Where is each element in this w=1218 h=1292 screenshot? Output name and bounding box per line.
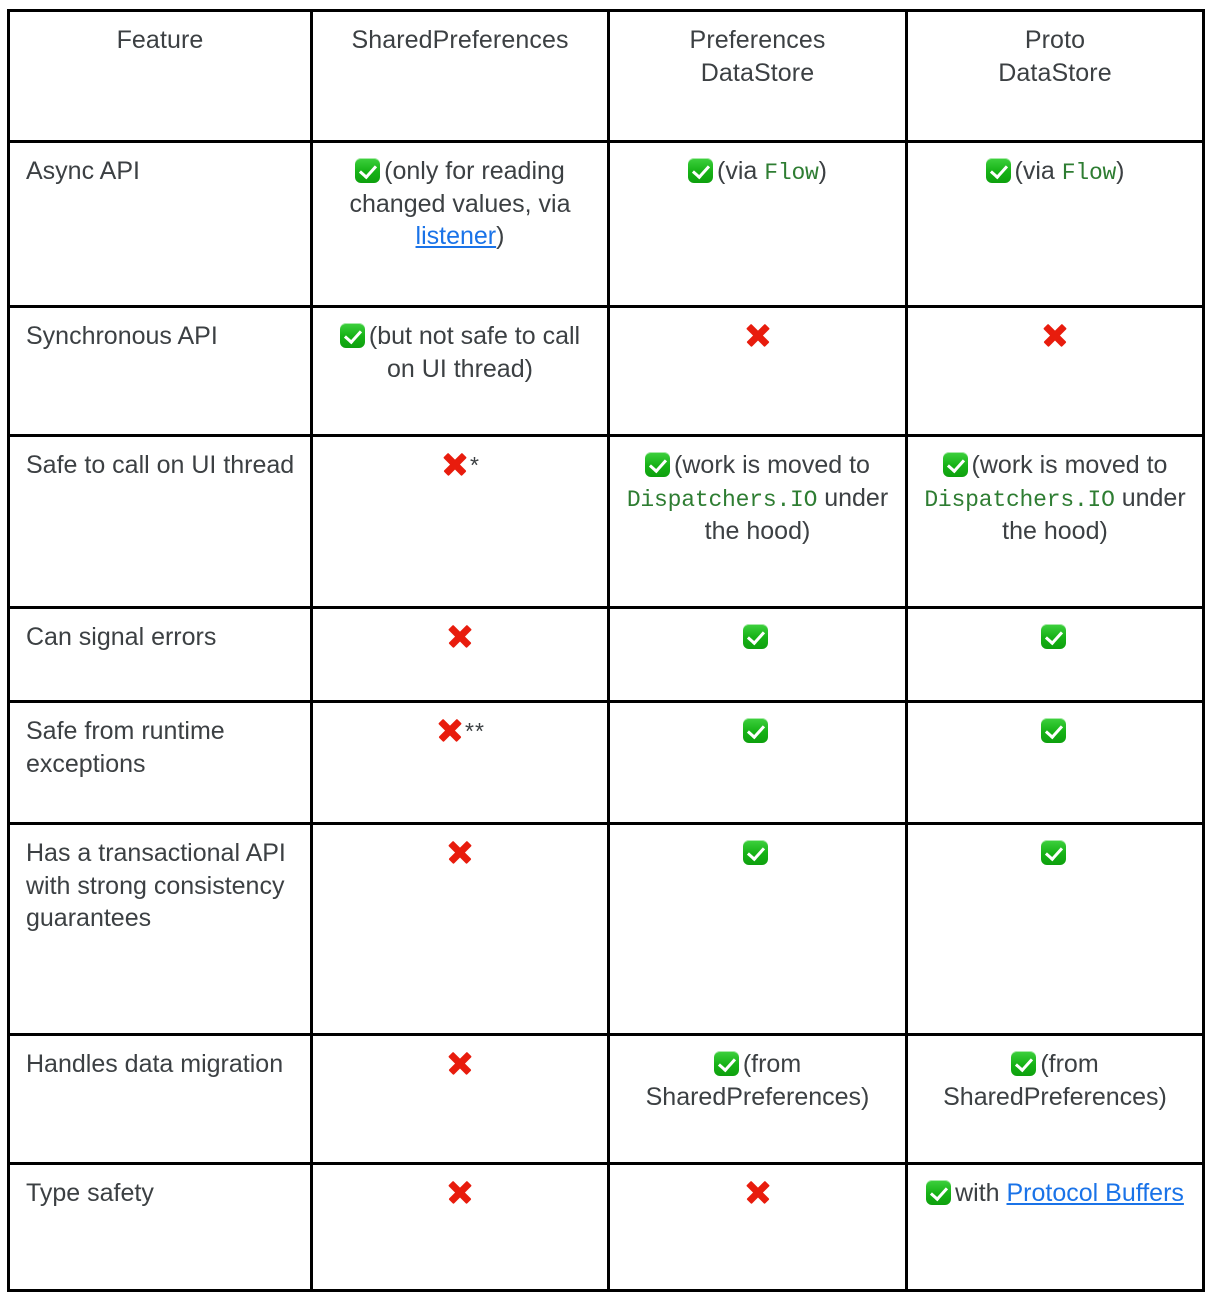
column-header-preferences-datastore-line2: DataStore: [700, 58, 815, 87]
row-feature-label: Type safety: [7, 1162, 313, 1292]
table-row: Can signal errors: [7, 606, 1205, 703]
cell-sharedpreferences: [310, 606, 610, 703]
cross-icon: [743, 1177, 773, 1207]
check-icon: [355, 158, 381, 183]
cell-text: (only for reading changed values, via: [349, 157, 571, 218]
table-row: Safe from runtime exceptions **: [7, 700, 1205, 825]
check-icon: [645, 452, 671, 477]
cell-preferences-datastore: [607, 822, 908, 1036]
check-icon: [339, 323, 365, 348]
cell-preferences-datastore: (from SharedPreferences): [607, 1033, 908, 1165]
cell-text-after: ): [1116, 157, 1125, 185]
cross-icon: [440, 449, 470, 479]
cell-text-after: ): [496, 222, 505, 250]
listener-link[interactable]: listener: [416, 222, 497, 250]
check-icon: [743, 718, 768, 743]
table-row: Async API (only for reading changed valu…: [7, 140, 1205, 308]
row-feature-label: Has a transactional API with strong cons…: [7, 822, 313, 1036]
cell-proto-datastore: [905, 700, 1205, 825]
column-header-preferences-datastore: Preferences DataStore: [607, 9, 908, 143]
cell-sharedpreferences: **: [310, 700, 610, 825]
column-header-sharedpreferences: SharedPreferences: [310, 9, 610, 143]
check-icon: [1011, 1051, 1037, 1076]
footnote-marker: **: [465, 718, 485, 744]
check-icon: [1040, 840, 1066, 865]
footnote-marker: *: [470, 452, 480, 478]
column-header-proto-datastore-line2: DataStore: [998, 58, 1112, 87]
cross-icon: [445, 1177, 475, 1207]
table-row: Safe to call on UI thread * (work is mov…: [7, 434, 1205, 609]
cell-sharedpreferences: [310, 1162, 610, 1292]
cell-preferences-datastore: [607, 606, 908, 703]
code-token: Dispatchers.IO: [626, 486, 818, 513]
cross-icon: [445, 837, 475, 867]
row-feature-label: Safe to call on UI thread: [7, 434, 313, 609]
check-icon: [985, 158, 1011, 183]
cell-preferences-datastore: [607, 305, 908, 437]
table-row: Type safety with Protocol Buffers: [7, 1162, 1205, 1292]
cell-text: (work is moved to: [674, 451, 870, 479]
check-icon: [743, 624, 768, 649]
cell-proto-datastore: with Protocol Buffers: [905, 1162, 1205, 1292]
cell-sharedpreferences: (but not safe to call on UI thread): [310, 305, 610, 437]
cell-text: (via: [717, 157, 765, 185]
cell-preferences-datastore: [607, 700, 908, 825]
cell-text-after: ): [818, 157, 827, 185]
cell-preferences-datastore: [607, 1162, 908, 1292]
cell-sharedpreferences: [310, 822, 610, 1036]
cross-icon: [1040, 320, 1070, 350]
cell-sharedpreferences: *: [310, 434, 610, 609]
cell-proto-datastore: [905, 305, 1205, 437]
table-row: Handles data migration (from SharedPrefe…: [7, 1033, 1205, 1165]
cell-proto-datastore: (from SharedPreferences): [905, 1033, 1205, 1165]
cell-sharedpreferences: (only for reading changed values, via li…: [310, 140, 610, 308]
code-token: Flow: [1061, 160, 1117, 186]
cell-text: (but not safe to call on UI thread): [368, 322, 581, 383]
cell-proto-datastore: (work is moved to Dispatchers.IO under t…: [905, 434, 1205, 609]
row-feature-label: Handles data migration: [7, 1033, 313, 1165]
comparison-table-container: Feature SharedPreferences Preferences Da…: [7, 9, 1205, 1292]
column-header-feature: Feature: [7, 9, 313, 143]
protocol-buffers-link[interactable]: Protocol Buffers: [1007, 1179, 1184, 1207]
cross-icon: [435, 715, 465, 745]
check-icon: [1040, 718, 1066, 743]
cross-icon: [743, 320, 773, 350]
row-feature-label: Synchronous API: [7, 305, 313, 437]
code-token: Flow: [764, 160, 819, 186]
check-icon: [713, 1051, 739, 1076]
column-header-proto-datastore-line1: Proto: [1024, 26, 1086, 54]
cell-proto-datastore: [905, 606, 1205, 703]
cell-text: (work is moved to: [971, 451, 1168, 479]
code-token: Dispatchers.IO: [924, 486, 1115, 513]
table-body: Async API (only for reading changed valu…: [7, 140, 1205, 1292]
table-header: Feature SharedPreferences Preferences Da…: [7, 9, 1205, 143]
cell-text: with: [955, 1179, 1007, 1207]
comparison-table: Feature SharedPreferences Preferences Da…: [7, 9, 1205, 1292]
cell-text: (from SharedPreferences): [943, 1050, 1167, 1111]
check-icon: [942, 452, 968, 477]
check-icon: [926, 1180, 952, 1205]
cross-icon: [445, 621, 475, 651]
cell-sharedpreferences: [310, 1033, 610, 1165]
check-icon: [1040, 624, 1066, 649]
row-feature-label: Async API: [7, 140, 313, 308]
table-row: Has a transactional API with strong cons…: [7, 822, 1205, 1036]
column-header-preferences-datastore-line1: Preferences: [689, 26, 826, 54]
cell-proto-datastore: [905, 822, 1205, 1036]
check-icon: [743, 840, 768, 865]
cross-icon: [445, 1048, 475, 1078]
table-row: Synchronous API (but not safe to call on…: [7, 305, 1205, 437]
cell-text: (via: [1014, 157, 1062, 185]
cell-preferences-datastore: (via Flow): [607, 140, 908, 308]
column-header-proto-datastore: Proto DataStore: [905, 9, 1205, 143]
row-feature-label: Safe from runtime exceptions: [7, 700, 313, 825]
cell-text: (from SharedPreferences): [645, 1050, 870, 1111]
row-feature-label: Can signal errors: [7, 606, 313, 703]
cell-proto-datastore: (via Flow): [905, 140, 1205, 308]
table-header-row: Feature SharedPreferences Preferences Da…: [7, 9, 1205, 143]
cell-preferences-datastore: (work is moved to Dispatchers.IO under t…: [607, 434, 908, 609]
check-icon: [688, 158, 713, 183]
